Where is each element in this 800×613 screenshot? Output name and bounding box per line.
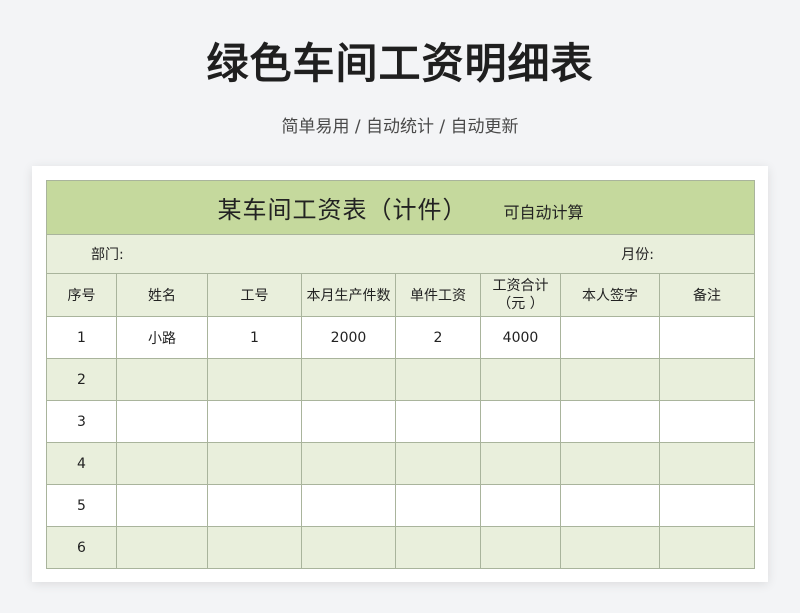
table-cell[interactable] [116, 526, 208, 569]
table-cell[interactable] [301, 442, 396, 485]
table-cell[interactable] [560, 442, 660, 485]
table-cell[interactable] [395, 400, 481, 443]
table-cell[interactable] [395, 358, 481, 401]
table-cell[interactable] [560, 484, 660, 527]
header-cell[interactable]: 工号 [207, 273, 302, 317]
table-cell[interactable] [658, 442, 756, 485]
table-cell[interactable] [395, 526, 481, 569]
table-cell[interactable] [658, 316, 756, 359]
table-cell[interactable] [301, 484, 396, 527]
table-cell[interactable] [207, 442, 302, 485]
table-cell[interactable] [301, 400, 396, 443]
table-cell[interactable] [480, 484, 561, 527]
sheet-info-cell[interactable]: 部门: 月份: [45, 234, 756, 274]
table-cell[interactable] [116, 400, 208, 443]
table-cell[interactable]: 3 [46, 400, 117, 443]
table-cell[interactable] [560, 400, 660, 443]
department-label: 部门: [91, 247, 124, 263]
table-cell[interactable] [480, 358, 561, 401]
table-cell[interactable]: 4 [46, 442, 117, 485]
table-cell[interactable] [658, 400, 756, 443]
table-cell[interactable] [116, 442, 208, 485]
table-cell[interactable] [480, 442, 561, 485]
header-cell[interactable]: 姓名 [116, 273, 208, 317]
table-cell[interactable]: 2 [395, 316, 481, 359]
table-cell[interactable] [301, 526, 396, 569]
table-cell[interactable] [116, 358, 208, 401]
header-cell[interactable]: 工资合计（元 ） [480, 273, 561, 317]
table-cell[interactable]: 小路 [116, 316, 208, 359]
sheet-title-cell[interactable]: 某车间工资表（计件） 可自动计算 [45, 180, 756, 235]
table-row: 2 [46, 358, 756, 401]
page-title: 绿色车间工资明细表 [206, 39, 594, 88]
table-cell[interactable]: 1 [207, 316, 302, 359]
table-cell[interactable] [116, 484, 208, 527]
table-row: 1 小路 1 2000 2 4000 [46, 316, 756, 359]
table-cell[interactable]: 4000 [480, 316, 561, 359]
month-label: 月份: [621, 247, 655, 263]
header-row: 序号 姓名 工号 本月生产件数 单件工资 工资合计（元 ） 本人签字 备注 [46, 273, 756, 317]
sheet-title-row: 某车间工资表（计件） 可自动计算 [45, 180, 756, 235]
sheet-note: 可自动计算 [503, 203, 584, 222]
table-cell[interactable] [207, 526, 302, 569]
spreadsheet-card: 某车间工资表（计件） 可自动计算 部门: 月份: 序号 姓名 工号 本月生产件数 … [32, 166, 768, 582]
header-cell[interactable]: 序号 [46, 273, 117, 317]
table-cell[interactable] [207, 358, 302, 401]
wage-table: 某车间工资表（计件） 可自动计算 部门: 月份: 序号 姓名 工号 本月生产件数 … [45, 180, 756, 569]
sheet-title: 某车间工资表（计件） [217, 196, 468, 224]
table-cell[interactable] [480, 526, 561, 569]
table-cell[interactable] [658, 526, 756, 569]
table-cell[interactable]: 5 [46, 484, 117, 527]
table-row: 3 [46, 400, 756, 443]
table-cell[interactable] [395, 442, 481, 485]
header-cell[interactable]: 备注 [658, 273, 756, 317]
table-cell[interactable] [301, 358, 396, 401]
table-cell[interactable] [658, 484, 756, 527]
table-cell[interactable] [207, 484, 302, 527]
table-cell[interactable] [395, 484, 481, 527]
header-cell[interactable]: 本人签字 [560, 273, 660, 317]
table-cell[interactable] [207, 400, 302, 443]
sheet-info-row: 部门: 月份: [45, 234, 756, 274]
table-row: 6 [46, 526, 756, 569]
table-cell[interactable] [560, 358, 660, 401]
table-cell[interactable] [560, 526, 660, 569]
header-cell[interactable]: 本月生产件数 [301, 273, 396, 317]
table-row: 4 [46, 442, 756, 485]
page-subtitle: 简单易用 / 自动统计 / 自动更新 [281, 117, 519, 137]
header-cell[interactable]: 单件工资 [395, 273, 481, 317]
table-cell[interactable] [658, 358, 756, 401]
table-cell[interactable]: 2 [46, 358, 117, 401]
table-cell[interactable]: 2000 [301, 316, 396, 359]
table-cell[interactable]: 1 [46, 316, 117, 359]
table-row: 5 [46, 484, 756, 527]
table-cell[interactable] [480, 400, 561, 443]
table-cell[interactable]: 6 [46, 526, 117, 569]
table-cell[interactable] [560, 316, 660, 359]
